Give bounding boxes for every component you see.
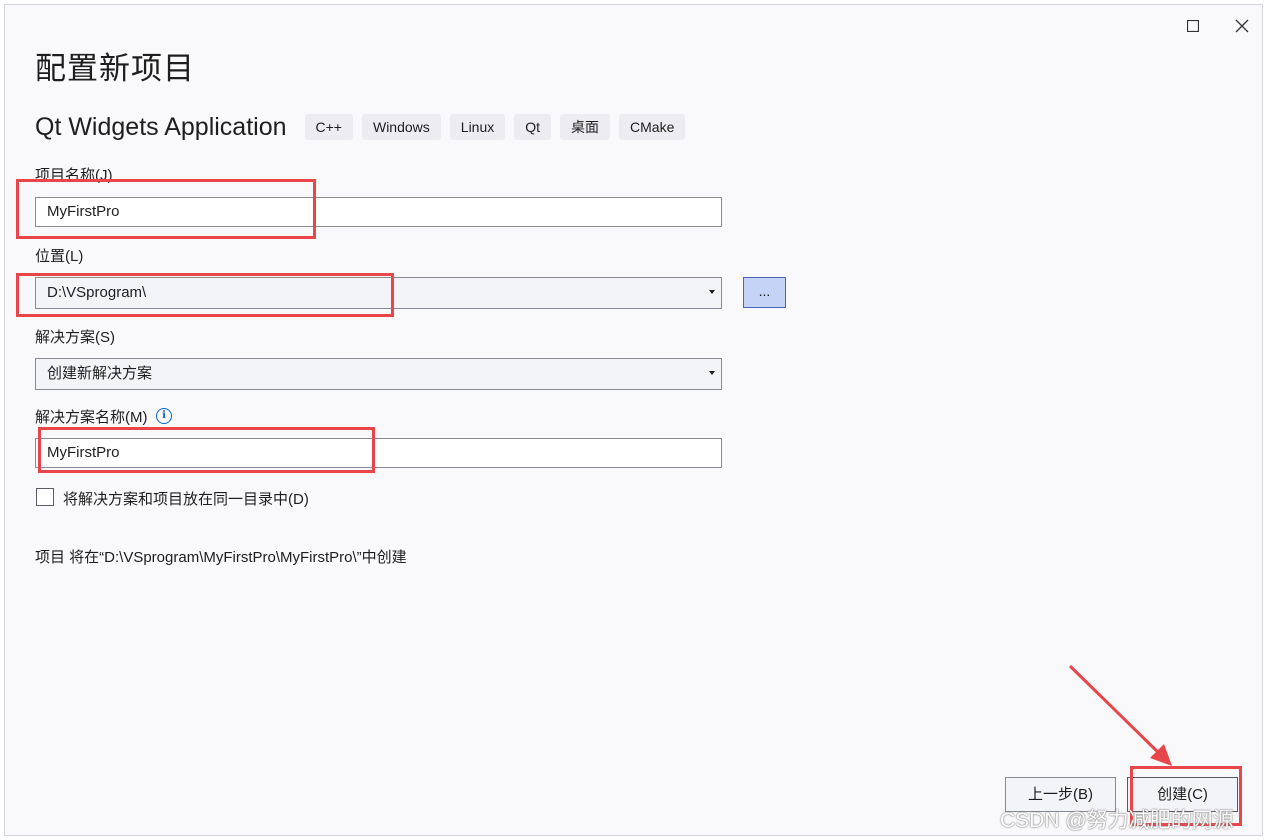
tag-cmake: CMake <box>619 114 686 140</box>
close-button[interactable] <box>1222 11 1262 41</box>
same-dir-checkbox[interactable] <box>36 488 54 506</box>
project-name-label: 项目名称(J) <box>35 167 113 184</box>
maximize-icon <box>1187 20 1199 32</box>
location-dropdown[interactable]: D:\VSprogram\ <box>35 277 722 309</box>
dropdown-arrow-icon <box>709 290 715 294</box>
solution-name-label: 解决方案名称(M) <box>35 409 148 426</box>
create-button[interactable]: 创建(C) <box>1127 777 1238 812</box>
solution-label: 解决方案(S) <box>35 329 115 346</box>
info-icon[interactable]: i <box>156 408 172 424</box>
dialog-window: 配置新项目 Qt Widgets Application C++ Windows… <box>4 4 1263 836</box>
tag-qt: Qt <box>514 114 552 140</box>
location-value: D:\VSprogram\ <box>47 284 147 301</box>
same-dir-label: 将解决方案和项目放在同一目录中(D) <box>63 491 309 508</box>
tag-cpp: C++ <box>304 114 353 140</box>
browse-button[interactable]: ... <box>743 277 786 308</box>
dropdown-arrow-icon <box>709 371 715 375</box>
location-label: 位置(L) <box>35 248 84 265</box>
solution-value: 创建新解决方案 <box>47 365 153 382</box>
tag-desktop: 桌面 <box>560 114 611 140</box>
solution-dropdown[interactable]: 创建新解决方案 <box>35 358 722 390</box>
project-name-input[interactable]: MyFirstPro <box>35 197 722 227</box>
tag-windows: Windows <box>361 114 441 140</box>
project-path-info: 项目 将在“D:\VSprogram\MyFirstPro\MyFirstPro… <box>35 549 407 566</box>
solution-name-input[interactable]: MyFirstPro <box>35 438 722 468</box>
template-name: Qt Widgets Application <box>35 112 287 141</box>
close-icon <box>1235 19 1249 33</box>
back-button[interactable]: 上一步(B) <box>1005 777 1116 812</box>
page-title: 配置新项目 <box>35 51 195 86</box>
maximize-button[interactable] <box>1173 11 1213 41</box>
tag-linux: Linux <box>449 114 506 140</box>
template-row: Qt Widgets Application C++ Windows Linux… <box>35 109 694 145</box>
